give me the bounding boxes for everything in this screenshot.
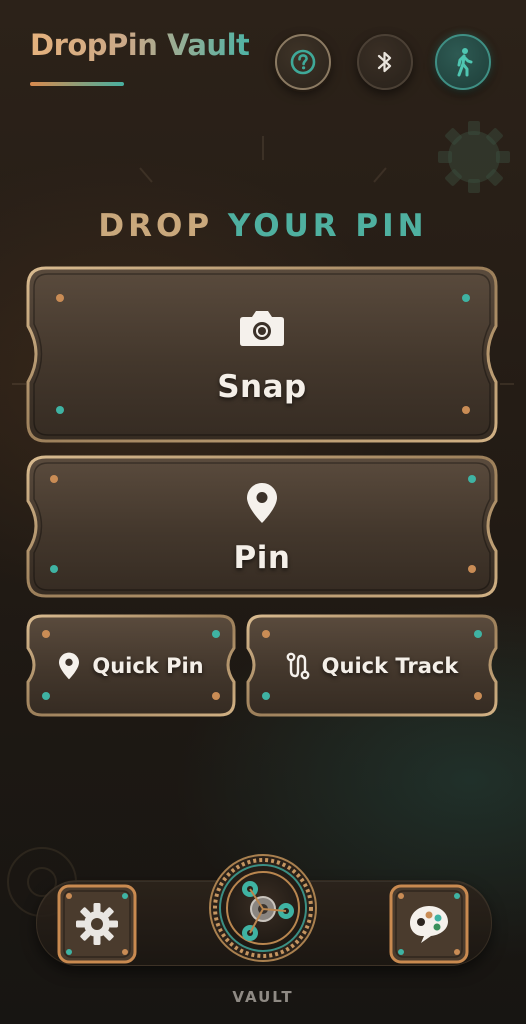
heading-part-your-pin: YOUR PIN <box>227 208 428 244</box>
quick-track-label: Quick Track <box>321 653 459 678</box>
map-pin-icon <box>59 652 80 679</box>
walking-mode-button[interactable] <box>435 34 491 90</box>
bluetooth-icon <box>377 51 392 73</box>
quick-pin-button[interactable]: Quick Pin <box>26 614 236 717</box>
help-button[interactable] <box>275 34 331 90</box>
route-icon <box>286 652 310 679</box>
map-pin-icon <box>247 482 277 523</box>
gear-vault-icon <box>209 854 317 962</box>
quick-pin-label: Quick Pin <box>92 653 204 678</box>
palette-icon <box>410 906 448 943</box>
bluetooth-button[interactable] <box>357 34 413 90</box>
pin-label: Pin <box>233 539 291 576</box>
vault-button[interactable] <box>208 853 318 963</box>
quick-track-button[interactable]: Quick Track <box>246 614 498 717</box>
heading-part-drop: DROP <box>98 208 214 244</box>
title-underline <box>30 82 124 86</box>
app-title: DropPin Vault <box>30 28 250 62</box>
drop-your-pin-heading: DROP YOUR PIN <box>0 208 526 244</box>
palette-button[interactable] <box>389 884 469 964</box>
pin-button[interactable]: Pin <box>26 455 498 598</box>
camera-icon <box>240 310 284 346</box>
help-circle-icon <box>290 49 316 75</box>
vault-label: VAULT <box>232 988 294 1006</box>
gear-icon <box>76 903 118 945</box>
snap-label: Snap <box>217 368 307 405</box>
walking-person-icon <box>457 48 473 77</box>
settings-button[interactable] <box>57 884 137 964</box>
snap-button[interactable]: Snap <box>26 266 498 443</box>
